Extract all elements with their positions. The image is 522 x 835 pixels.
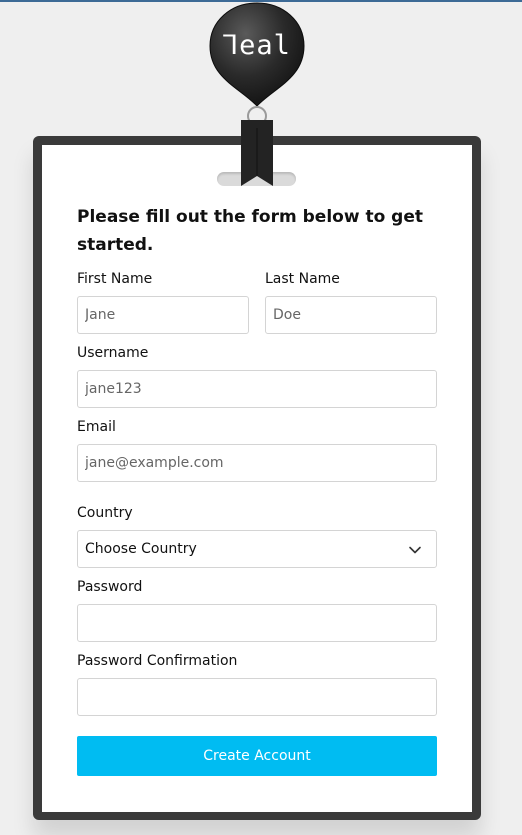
email-input[interactable] xyxy=(77,444,437,482)
email-label: Email xyxy=(77,419,116,435)
first-name-input[interactable] xyxy=(77,296,249,334)
form-title: Please fill out the form below to get st… xyxy=(77,207,424,255)
country-select[interactable]: Choose Country xyxy=(77,530,437,568)
username-label: Username xyxy=(77,345,149,361)
password-label: Password xyxy=(77,579,143,595)
password-input[interactable] xyxy=(77,604,437,642)
logo-pendant: ꓶeal xyxy=(209,2,305,186)
create-account-button[interactable]: Create Account xyxy=(77,736,437,776)
username-input[interactable] xyxy=(77,370,437,408)
password-confirmation-input[interactable] xyxy=(77,678,437,716)
logo-text: ꓶeal xyxy=(223,30,291,61)
country-select-value: Choose Country xyxy=(85,541,197,557)
country-label: Country xyxy=(77,505,133,521)
first-name-label: First Name xyxy=(77,271,153,287)
last-name-label: Last Name xyxy=(265,271,340,287)
chevron-down-icon xyxy=(409,546,421,554)
password-confirmation-label: Password Confirmation xyxy=(77,653,238,669)
last-name-input[interactable] xyxy=(265,296,437,334)
